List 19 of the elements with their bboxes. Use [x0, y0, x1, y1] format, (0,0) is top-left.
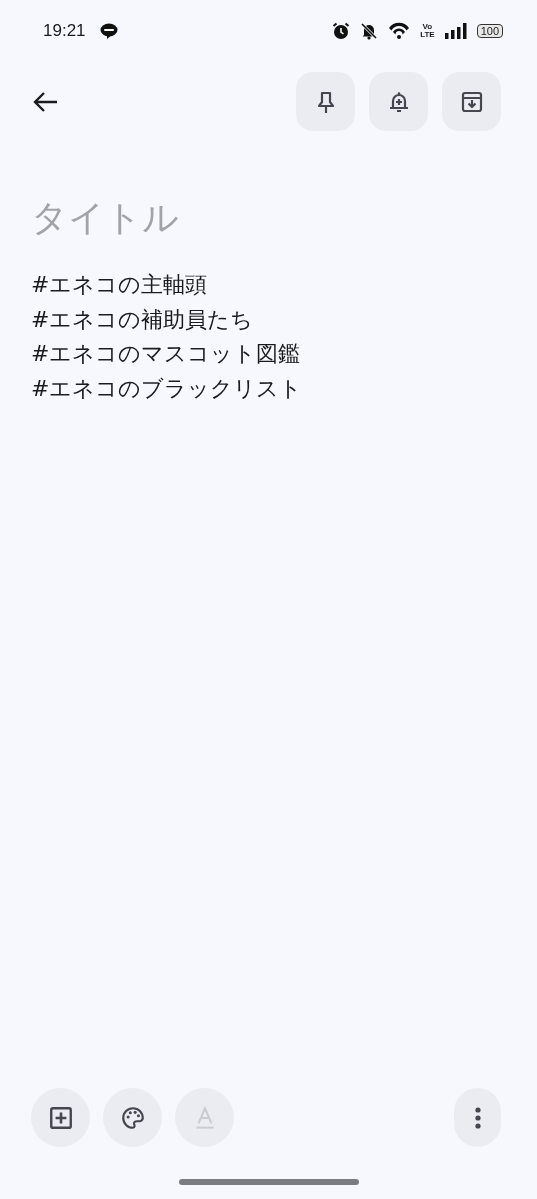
archive-icon: [459, 89, 484, 114]
muted-bell-icon: [360, 22, 379, 40]
clock-time: 19:21: [43, 21, 86, 41]
reminder-button[interactable]: [369, 72, 428, 131]
chat-bubble-icon: [99, 23, 118, 39]
add-box-icon: [47, 1104, 74, 1131]
title-field[interactable]: タイトル: [31, 197, 491, 238]
back-arrow-icon: [32, 90, 58, 113]
network-label: Vo LTE: [420, 23, 435, 39]
signal-icon: [444, 23, 467, 39]
battery-indicator: 100: [476, 24, 503, 38]
wifi-icon: [388, 22, 411, 40]
pin-button[interactable]: [296, 72, 355, 131]
alarm-icon: [332, 22, 351, 40]
palette-icon: [119, 1104, 146, 1131]
more-button[interactable]: [454, 1088, 501, 1147]
note-body[interactable]: #エネコの主軸頭 #エネコの補助員たち #エネコのマスコット図鑑 #エネコのブラックリスト: [31, 268, 537, 406]
archive-button[interactable]: [442, 72, 501, 131]
more-vertical-icon: [474, 1106, 481, 1129]
